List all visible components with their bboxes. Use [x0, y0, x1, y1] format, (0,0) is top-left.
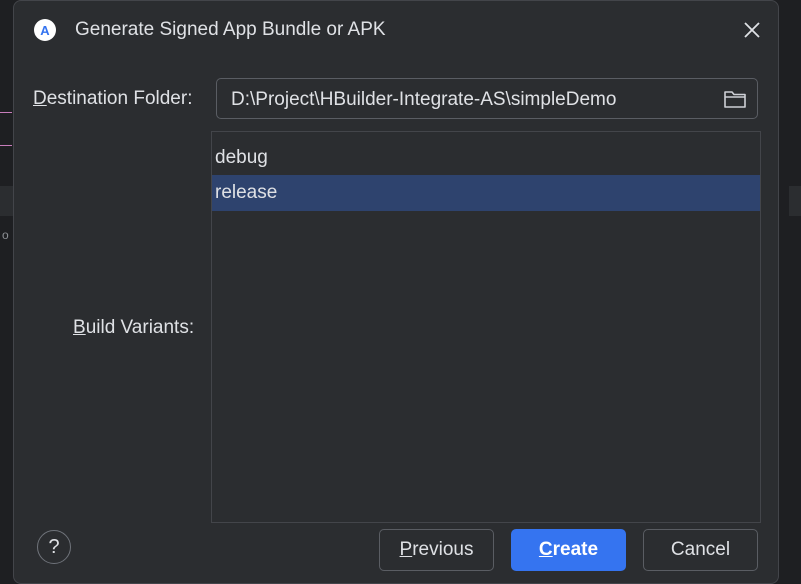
destination-label-text: estination Folder: [46, 88, 193, 109]
create-button-label: Create [539, 539, 598, 561]
create-mnemonic: C [538, 539, 553, 560]
background-marker [0, 145, 12, 146]
create-label-rest: reate [552, 539, 599, 560]
destination-label-mnemonic: D [33, 88, 47, 109]
destination-folder-value[interactable]: D:\Project\HBuilder-Integrate-AS\simpleD… [231, 89, 616, 111]
dialog-titlebar: A Generate Signed App Bundle or APK [14, 1, 778, 59]
background-panel-strip [0, 186, 14, 216]
previous-button[interactable]: Previous [379, 529, 494, 571]
list-item-release[interactable]: release [212, 175, 760, 211]
dialog-title: Generate Signed App Bundle or APK [75, 19, 386, 40]
help-button[interactable]: ? [37, 530, 71, 564]
cancel-button-label: Cancel [670, 539, 731, 560]
build-variants-list[interactable]: debug release [211, 131, 761, 523]
previous-label-rest: revious [412, 539, 474, 560]
create-button[interactable]: Create [511, 529, 626, 571]
folder-icon [724, 91, 746, 108]
list-item-debug[interactable]: debug [212, 140, 760, 176]
app-icon-letter: A [40, 22, 50, 38]
android-studio-icon: A [34, 19, 56, 41]
destination-folder-field[interactable]: D:\Project\HBuilder-Integrate-AS\simpleD… [216, 78, 758, 119]
previous-mnemonic: P [399, 539, 413, 560]
previous-button-label: Previous [400, 539, 474, 561]
help-icon: ? [48, 535, 60, 558]
build-variants-label: Build Variants: [73, 317, 194, 339]
build-variants-label-text: uild Variants: [85, 317, 195, 338]
background-panel-strip [789, 186, 801, 216]
background-marker [0, 112, 12, 113]
destination-folder-label: Destination Folder: [33, 88, 192, 110]
close-button[interactable] [738, 16, 766, 44]
browse-folder-button[interactable] [723, 88, 747, 110]
background-glyph: o [2, 228, 9, 242]
close-icon [744, 22, 760, 38]
generate-signed-bundle-dialog: A Generate Signed App Bundle or APK Dest… [13, 0, 779, 584]
cancel-button[interactable]: Cancel [643, 529, 758, 571]
build-variants-label-mnemonic: B [73, 317, 86, 338]
